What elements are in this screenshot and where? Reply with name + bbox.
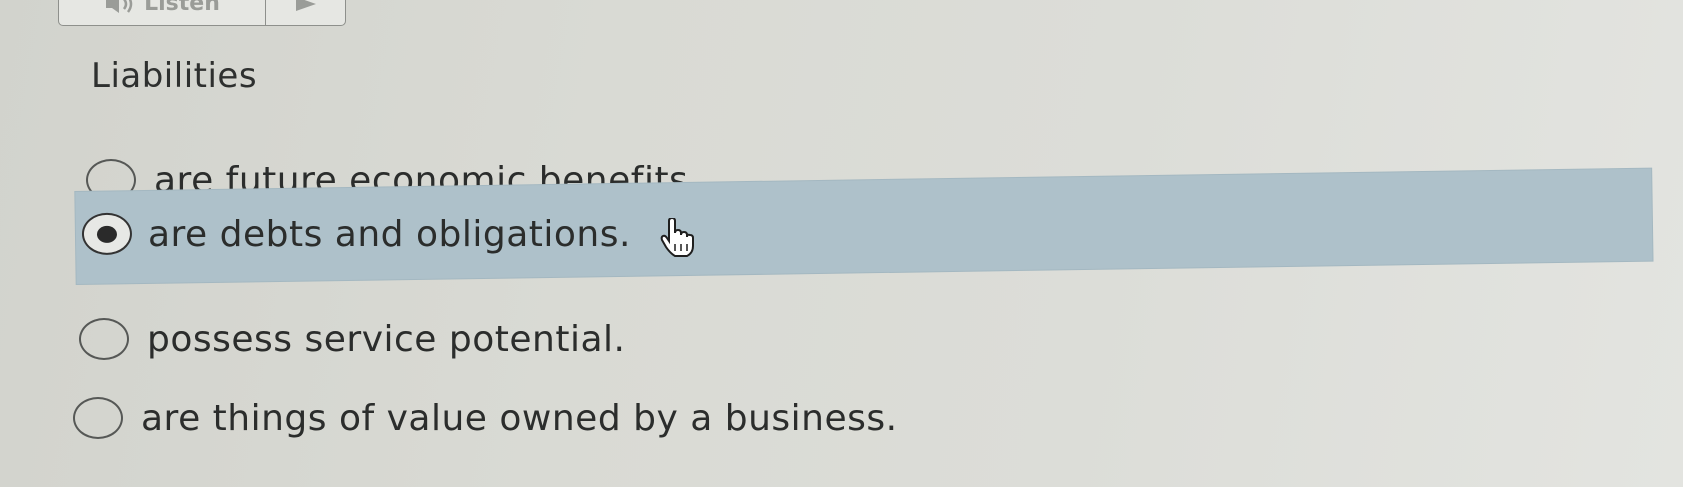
listen-button[interactable]: Listen <box>59 0 266 25</box>
play-button[interactable] <box>266 0 345 25</box>
question-prompt: Liabilities <box>91 56 258 96</box>
radio-dot <box>96 225 117 243</box>
choice-label: possess service potential. <box>147 318 626 360</box>
play-icon <box>295 0 316 11</box>
radio-button-selected[interactable] <box>81 212 132 255</box>
radio-button[interactable] <box>73 397 123 439</box>
choice-label: are things of value owned by a business. <box>141 397 898 439</box>
hand-pointer-icon <box>660 218 694 257</box>
speaker-icon <box>106 0 133 13</box>
radio-button[interactable] <box>79 318 129 360</box>
listen-label: Listen <box>144 0 220 16</box>
listen-toolbar: Listen <box>58 0 346 26</box>
choice-label: are debts and obligations. <box>147 213 631 255</box>
choice-option-4[interactable]: are things of value owned by a business. <box>73 388 973 448</box>
choice-option-3[interactable]: possess service potential. <box>79 309 779 369</box>
